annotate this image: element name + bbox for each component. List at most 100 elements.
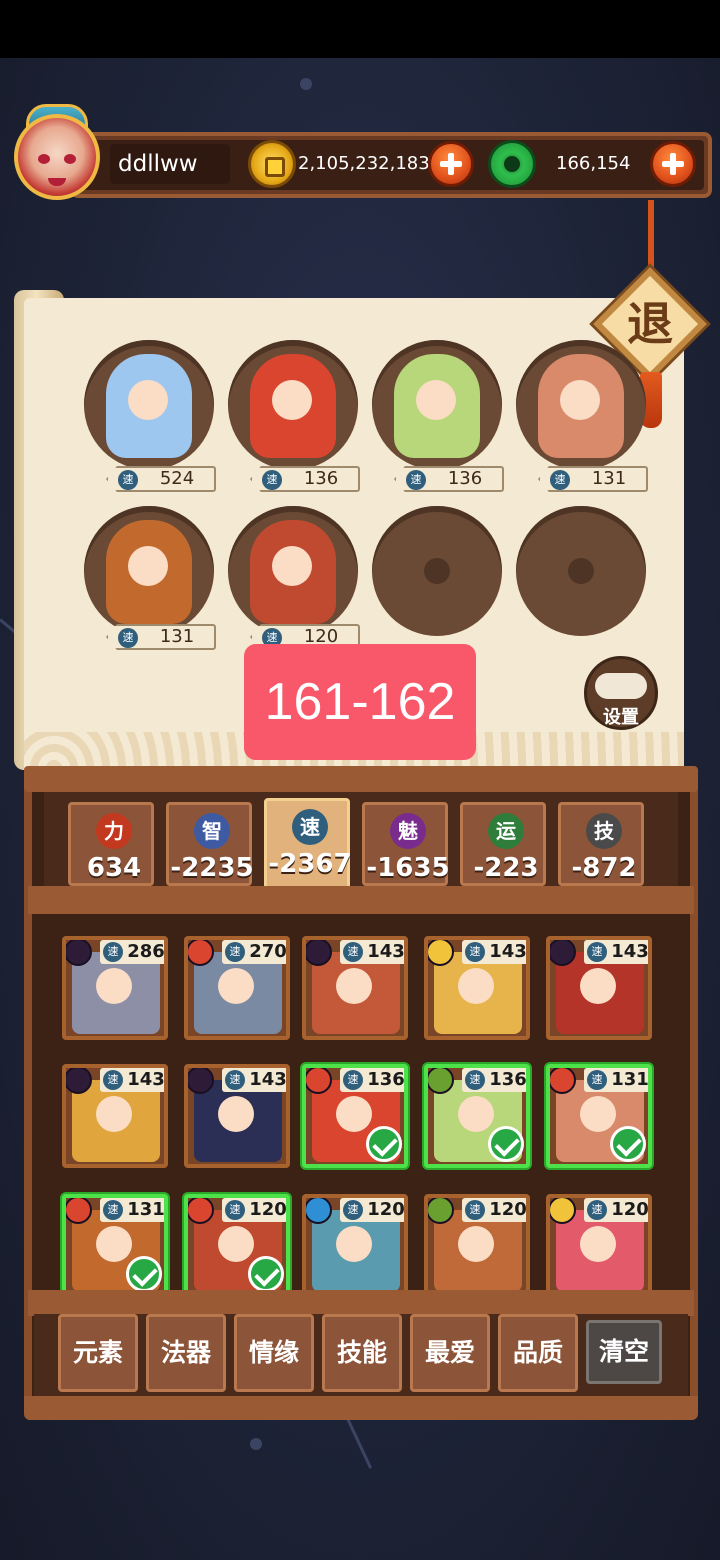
hero-card[interactable]: 速 131 bbox=[546, 1064, 652, 1168]
hero-face bbox=[580, 968, 616, 1004]
hero-face bbox=[218, 1226, 254, 1262]
speed-badge-icon: 速 bbox=[587, 1200, 607, 1220]
filter-button[interactable]: 技能 bbox=[322, 1314, 402, 1392]
hero-face bbox=[336, 1226, 372, 1262]
jade-amount: 166,154 bbox=[556, 153, 631, 174]
team-speed-tag: 速 136 bbox=[394, 466, 504, 492]
speed-badge-icon: 速 bbox=[343, 942, 363, 962]
stat-tab[interactable]: 运 -223 bbox=[460, 802, 546, 886]
team-slot[interactable] bbox=[372, 340, 502, 470]
card-speed-value: 120 bbox=[367, 1199, 405, 1220]
speed-badge-icon: 速 bbox=[103, 1200, 123, 1220]
team-slot[interactable] bbox=[84, 506, 214, 636]
hero-face bbox=[218, 968, 254, 1004]
team-slot[interactable] bbox=[84, 340, 214, 470]
add-gold-button[interactable] bbox=[428, 141, 474, 187]
hero-card[interactable]: 速 143 bbox=[546, 936, 652, 1040]
hero-card[interactable]: 速 270 bbox=[184, 936, 290, 1040]
card-speed-tag: 速 143 bbox=[100, 1068, 165, 1092]
stat-tab[interactable]: 力 634 bbox=[68, 802, 154, 886]
card-speed-value: 143 bbox=[367, 941, 405, 962]
stat-icon: 运 bbox=[488, 813, 524, 849]
filter-button[interactable]: 法器 bbox=[146, 1314, 226, 1392]
filter-button[interactable]: 品质 bbox=[498, 1314, 578, 1392]
hero-face bbox=[580, 1226, 616, 1262]
element-icon bbox=[188, 940, 214, 966]
team-slot[interactable] bbox=[228, 340, 358, 470]
filter-button[interactable]: 情缘 bbox=[234, 1314, 314, 1392]
hero-card[interactable]: 速 286 bbox=[62, 936, 168, 1040]
element-icon bbox=[428, 1068, 454, 1094]
clear-button[interactable]: 清空 bbox=[586, 1320, 662, 1384]
hero-card[interactable]: 速 143 bbox=[302, 936, 408, 1040]
speed-badge-icon: 速 bbox=[465, 1070, 485, 1090]
team-slot[interactable] bbox=[516, 340, 646, 470]
hero-face bbox=[416, 380, 456, 420]
element-icon bbox=[188, 1198, 214, 1224]
hero-card[interactable]: 速 120 bbox=[546, 1194, 652, 1298]
team-speed-tag: 速 131 bbox=[106, 624, 216, 650]
team-speed-value: 136 bbox=[303, 468, 339, 489]
stat-tab[interactable]: 技 -872 bbox=[558, 802, 644, 886]
speed-badge-icon: 速 bbox=[118, 628, 138, 648]
checkmark-icon bbox=[610, 1126, 646, 1162]
speed-badge-icon: 速 bbox=[262, 470, 282, 490]
card-speed-tag: 速 270 bbox=[222, 940, 286, 964]
stat-tab[interactable]: 智 -2235 bbox=[166, 802, 254, 886]
hero-face bbox=[128, 380, 168, 420]
add-jade-button[interactable] bbox=[650, 141, 696, 187]
hero-face bbox=[458, 1096, 494, 1132]
hero-face bbox=[272, 380, 312, 420]
exit-cord bbox=[648, 200, 654, 276]
hero-face bbox=[560, 380, 600, 420]
element-icon bbox=[188, 1068, 214, 1094]
settings-button[interactable]: 设置 bbox=[584, 656, 658, 730]
hero-card[interactable]: 速 120 bbox=[424, 1194, 530, 1298]
team-slot-empty[interactable] bbox=[516, 506, 646, 636]
card-speed-value: 286 bbox=[127, 941, 165, 962]
team-speed-value: 136 bbox=[447, 468, 483, 489]
speed-badge-icon: 速 bbox=[343, 1200, 363, 1220]
card-speed-tag: 速 136 bbox=[340, 1068, 405, 1092]
stat-icon: 力 bbox=[96, 813, 132, 849]
element-icon bbox=[66, 940, 92, 966]
checkmark-icon bbox=[248, 1256, 284, 1292]
hero-face bbox=[96, 1096, 132, 1132]
hero-card[interactable]: 速 136 bbox=[302, 1064, 408, 1168]
gold-amount: 2,105,232,183 bbox=[298, 153, 430, 174]
hero-face bbox=[272, 546, 312, 586]
hero-card[interactable]: 速 143 bbox=[184, 1064, 290, 1168]
stat-tab[interactable]: 速 -2367 bbox=[264, 798, 352, 892]
speed-badge-icon: 速 bbox=[103, 942, 123, 962]
card-speed-tag: 速 143 bbox=[340, 940, 405, 964]
filter-button[interactable]: 最爱 bbox=[410, 1314, 490, 1392]
card-speed-tag: 速 143 bbox=[584, 940, 648, 964]
card-speed-value: 143 bbox=[127, 1069, 165, 1090]
hero-card[interactable]: 速 120 bbox=[302, 1194, 408, 1298]
stat-tab[interactable]: 魅 -1635 bbox=[362, 802, 450, 886]
speed-badge-icon: 速 bbox=[343, 1070, 363, 1090]
team-slot[interactable] bbox=[228, 506, 358, 636]
card-speed-tag: 速 286 bbox=[100, 940, 165, 964]
filter-button[interactable]: 元素 bbox=[58, 1314, 138, 1392]
team-slot-empty[interactable] bbox=[372, 506, 502, 636]
gold-coin-icon bbox=[248, 140, 296, 188]
shelf-foot bbox=[24, 1396, 698, 1420]
card-speed-tag: 速 131 bbox=[584, 1068, 649, 1092]
hero-card[interactable]: 速 143 bbox=[424, 936, 530, 1040]
card-speed-value: 131 bbox=[611, 1069, 649, 1090]
player-avatar[interactable] bbox=[8, 104, 108, 212]
card-speed-value: 136 bbox=[367, 1069, 405, 1090]
hero-card[interactable]: 速 120 bbox=[184, 1194, 290, 1298]
speed-badge-icon: 速 bbox=[103, 1070, 123, 1090]
speed-badge-icon: 速 bbox=[465, 1200, 485, 1220]
gamepad-icon bbox=[595, 673, 647, 699]
hero-card[interactable]: 速 143 bbox=[62, 1064, 168, 1168]
checkmark-icon bbox=[366, 1126, 402, 1162]
element-icon bbox=[306, 940, 332, 966]
jade-icon bbox=[488, 140, 536, 188]
card-speed-value: 143 bbox=[249, 1069, 287, 1090]
hero-card[interactable]: 速 131 bbox=[62, 1194, 168, 1298]
shelf-divider bbox=[28, 886, 694, 914]
hero-card[interactable]: 速 136 bbox=[424, 1064, 530, 1168]
